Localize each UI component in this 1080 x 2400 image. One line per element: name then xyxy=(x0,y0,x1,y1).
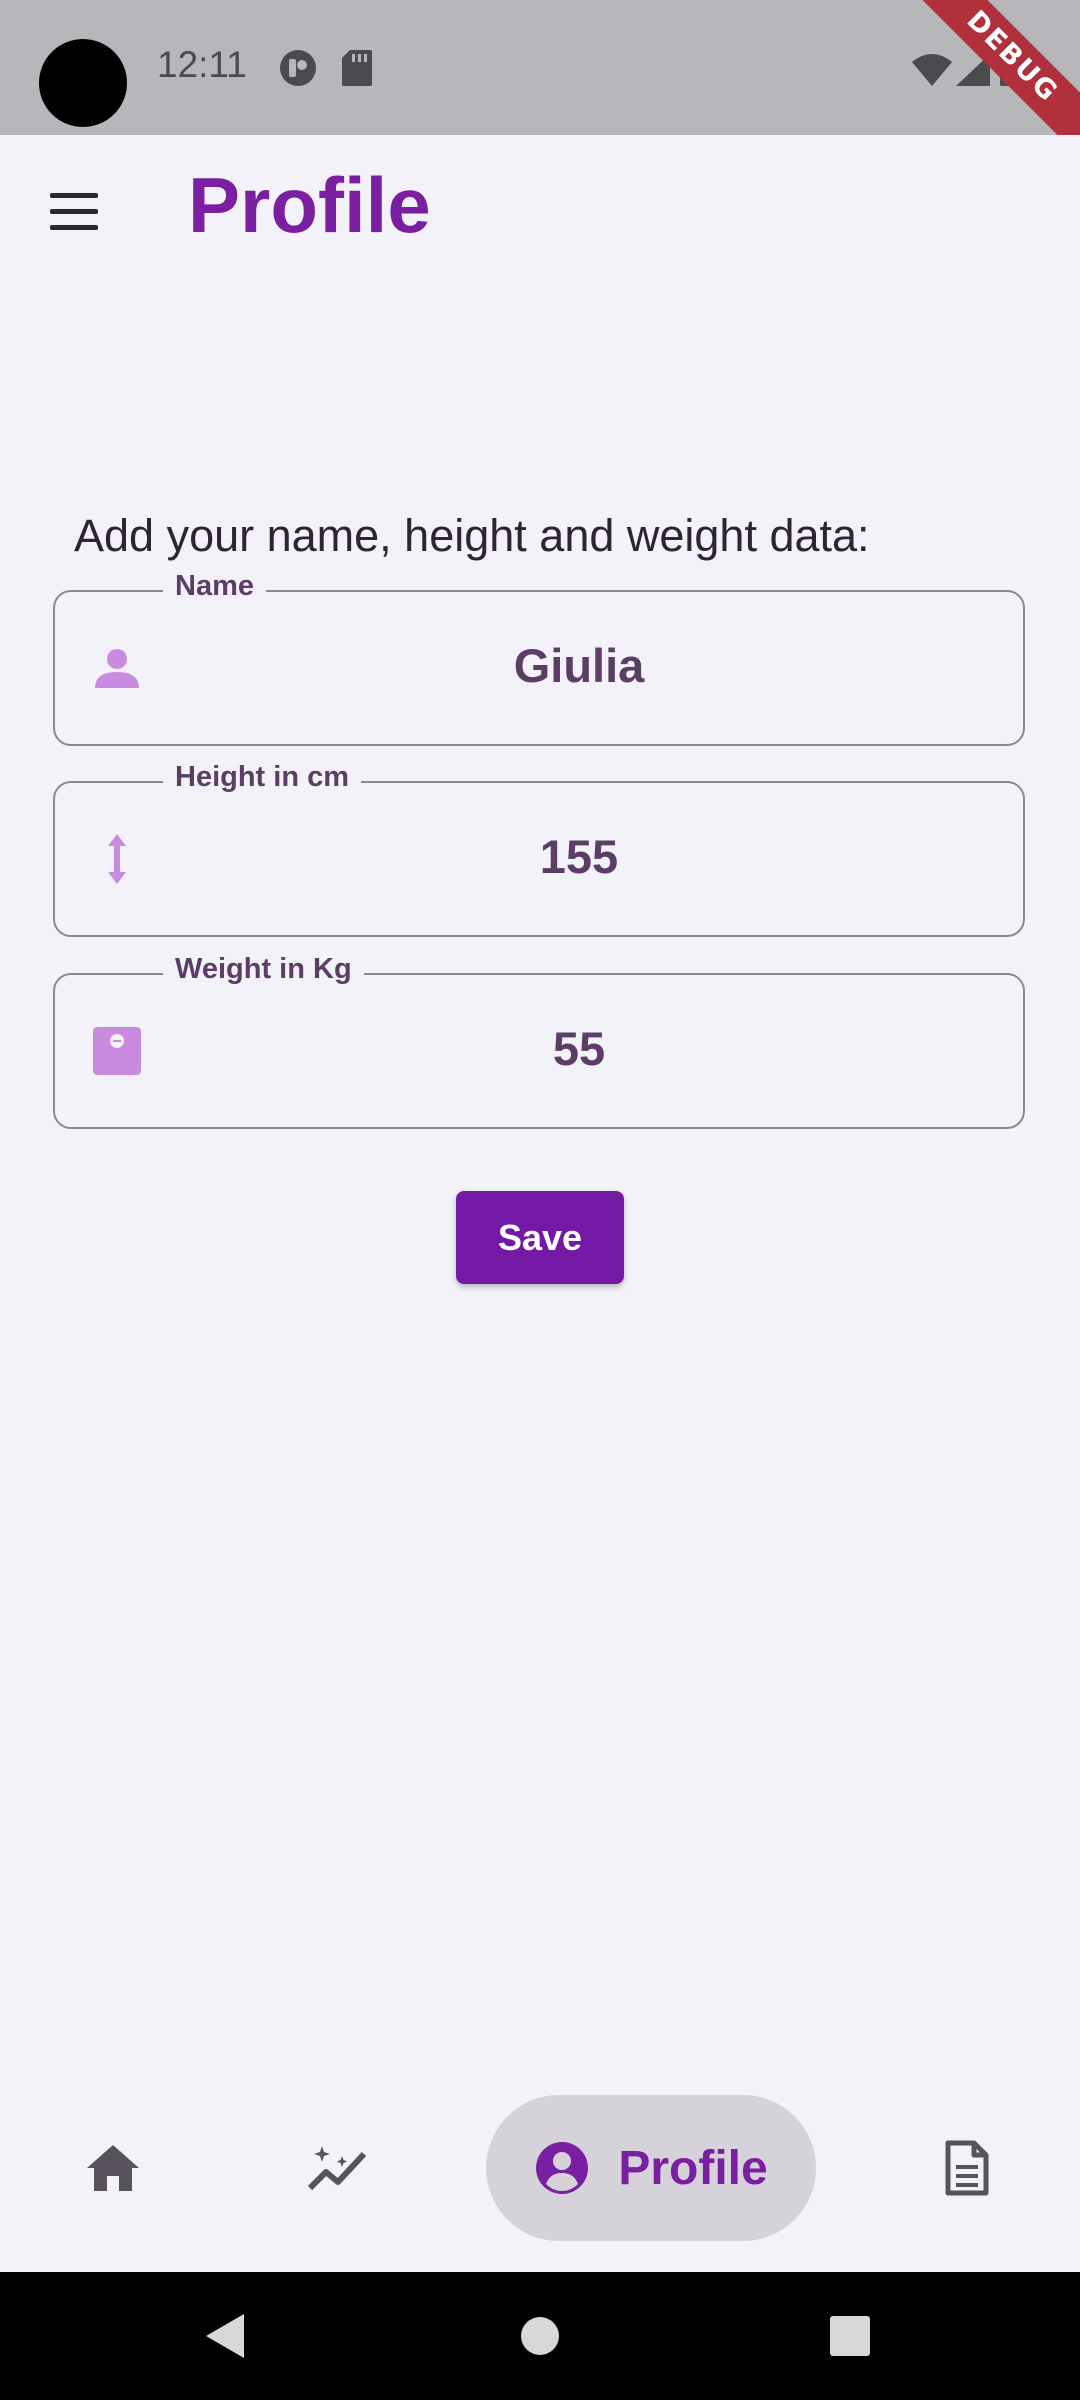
system-nav-bar xyxy=(0,2272,1080,2400)
status-bar: 12:11 DEBUG xyxy=(0,0,1080,135)
nav-insights[interactable] xyxy=(284,2095,390,2241)
account-circle-icon xyxy=(536,2142,589,2194)
name-field-value[interactable]: Giulia xyxy=(175,638,983,693)
page-title: Profile xyxy=(188,161,431,249)
sd-card-icon xyxy=(342,50,372,86)
weight-field[interactable]: Weight in Kg 55 xyxy=(53,953,1025,1129)
insights-icon xyxy=(307,2146,367,2191)
nav-profile-label: Profile xyxy=(618,2141,768,2195)
height-arrows-icon xyxy=(108,834,126,884)
height-field-value[interactable]: 155 xyxy=(175,829,983,884)
nav-profile[interactable]: Profile xyxy=(486,2095,816,2241)
back-icon[interactable] xyxy=(204,2312,246,2360)
nav-home[interactable] xyxy=(60,2095,166,2241)
weight-field-value[interactable]: 55 xyxy=(175,1021,983,1076)
name-field-label: Name xyxy=(163,570,266,603)
weight-field-label: Weight in Kg xyxy=(163,953,364,986)
height-field[interactable]: Height in cm 155 xyxy=(53,761,1025,937)
person-icon xyxy=(95,649,139,688)
instruction-text: Add your name, height and weight data: xyxy=(74,510,870,561)
height-field-label: Height in cm xyxy=(163,761,362,794)
document-icon xyxy=(945,2140,989,2196)
scale-icon xyxy=(93,1027,141,1075)
recents-icon[interactable] xyxy=(830,2316,870,2356)
menu-button[interactable] xyxy=(40,178,108,246)
save-button[interactable]: Save xyxy=(456,1191,624,1284)
vpn-status-icon xyxy=(280,50,316,86)
home-icon xyxy=(87,2145,139,2191)
nav-documents[interactable] xyxy=(914,2095,1020,2241)
hamburger-icon xyxy=(50,193,98,198)
camera-cutout xyxy=(39,39,127,127)
status-time: 12:11 xyxy=(157,44,247,85)
name-field[interactable]: Name Giulia xyxy=(53,570,1025,746)
home-circle-icon[interactable] xyxy=(520,2316,560,2356)
